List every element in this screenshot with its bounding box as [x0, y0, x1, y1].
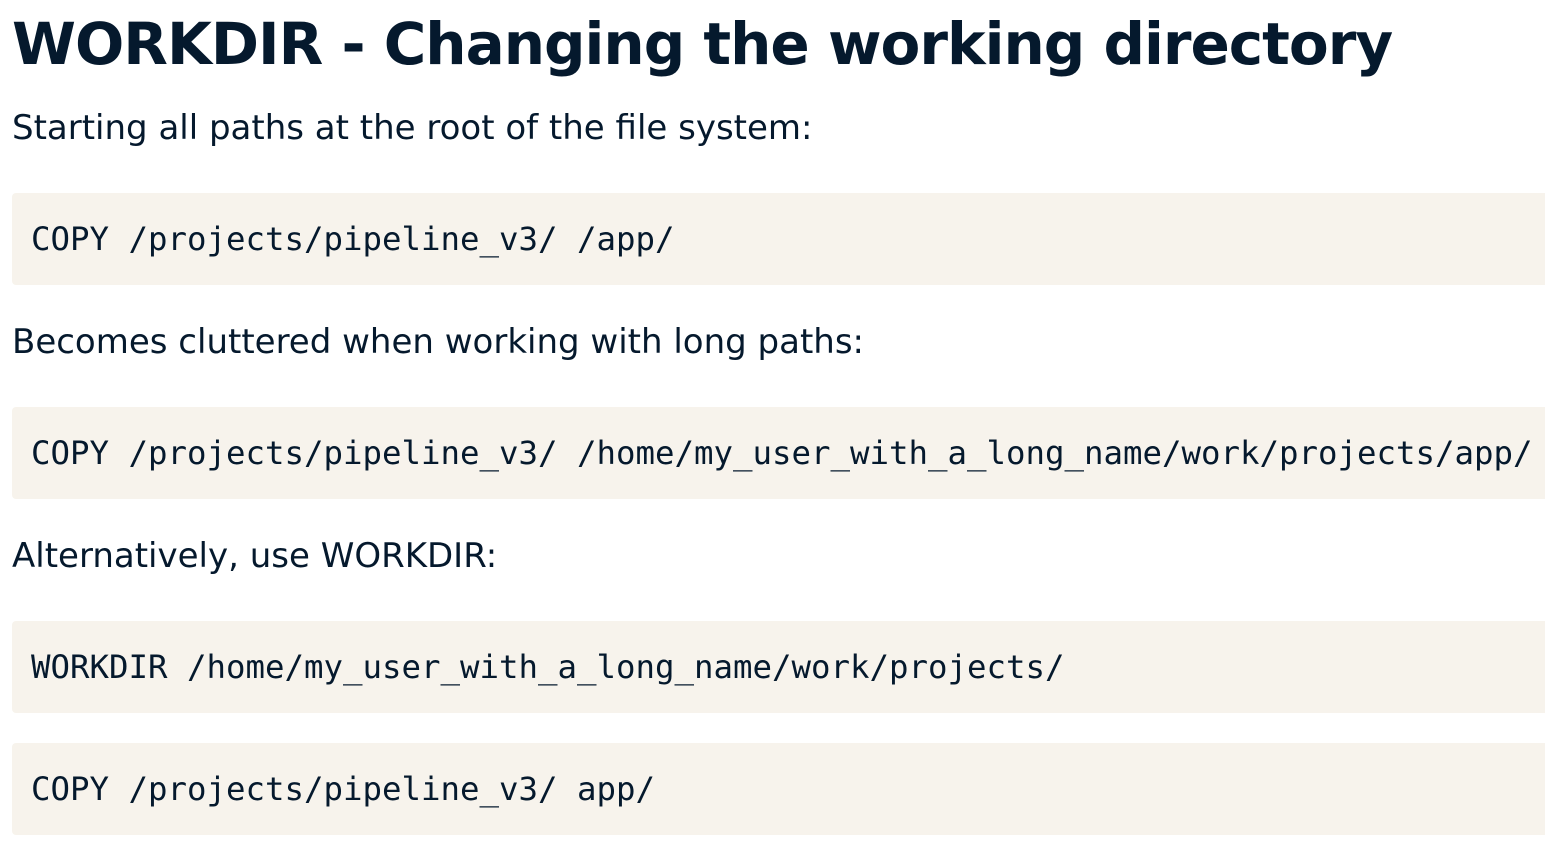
- code-line: WORKDIR /home/my_user_with_a_long_name/w…: [31, 648, 1065, 686]
- code-block-copy-long-path: COPY /projects/pipeline_v3/ /home/my_use…: [12, 407, 1545, 499]
- cluttered-paragraph: Becomes cluttered when working with long…: [12, 322, 864, 362]
- page-title: WORKDIR - Changing the working directory: [12, 10, 1393, 78]
- alternative-paragraph: Alternatively, use WORKDIR:: [12, 536, 498, 576]
- intro-paragraph: Starting all paths at the root of the fi…: [12, 108, 813, 148]
- code-block-copy-root: COPY /projects/pipeline_v3/ /app/: [12, 193, 1545, 285]
- code-line: COPY /projects/pipeline_v3/ /app/: [31, 220, 675, 258]
- code-block-copy-relative: COPY /projects/pipeline_v3/ app/: [12, 743, 1545, 835]
- code-line: COPY /projects/pipeline_v3/ app/: [31, 770, 656, 808]
- code-block-workdir: WORKDIR /home/my_user_with_a_long_name/w…: [12, 621, 1545, 713]
- code-line: COPY /projects/pipeline_v3/ /home/my_use…: [31, 434, 1533, 472]
